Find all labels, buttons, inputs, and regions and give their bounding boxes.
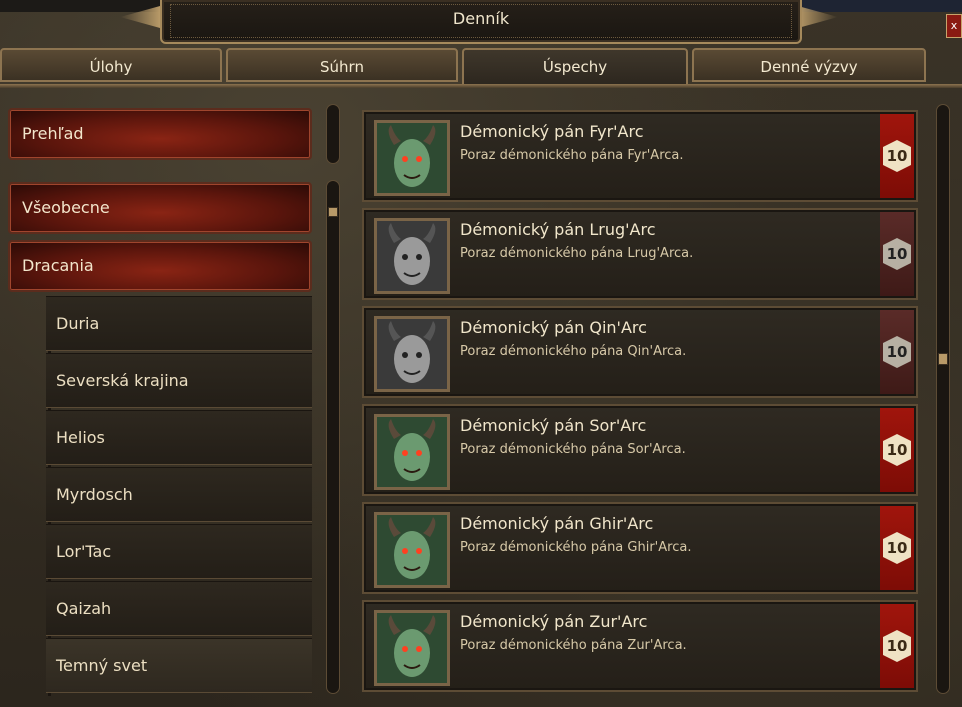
- top-left-edge: [0, 0, 160, 12]
- points-badge: 10: [883, 434, 911, 466]
- tab-achievements[interactable]: Úspechy: [462, 48, 688, 86]
- points-banner: 10: [880, 604, 914, 688]
- points-badge: 10: [883, 630, 911, 662]
- points-badge: 10: [883, 532, 911, 564]
- achievement-description: Poraz démonického pána Zur'Arca.: [460, 638, 687, 653]
- points-badge: 10: [883, 140, 911, 172]
- demon-portrait-icon: [374, 218, 450, 294]
- scroll-thumb[interactable]: [328, 207, 338, 217]
- window-title-bar: Denník: [160, 0, 802, 44]
- sidebar-item-general[interactable]: Všeobecne: [8, 182, 312, 234]
- achievement-description: Poraz démonického pána Qin'Arca.: [460, 344, 687, 359]
- achievement-title: Démonický pán Lrug'Arc: [460, 220, 656, 239]
- tab-quests[interactable]: Úlohy: [0, 48, 222, 82]
- achievement-row[interactable]: Démonický pán Zur'Arc Poraz démonického …: [362, 600, 918, 692]
- points-banner: 10: [880, 408, 914, 492]
- category-sidebar: Prehľad Všeobecne Dracania Duria Seversk…: [4, 102, 316, 702]
- demon-portrait-icon: [374, 512, 450, 588]
- tab-bar: Úlohy Súhrn Úspechy Denné výzvy: [0, 48, 962, 86]
- achievement-row[interactable]: Démonický pán Ghir'Arc Poraz démonického…: [362, 502, 918, 594]
- achievement-title: Démonický pán Zur'Arc: [460, 612, 648, 631]
- achievement-title: Démonický pán Sor'Arc: [460, 416, 647, 435]
- demon-portrait-icon: [374, 610, 450, 686]
- demon-portrait-icon: [374, 414, 450, 490]
- achievement-row[interactable]: Démonický pán Sor'Arc Poraz démonického …: [362, 404, 918, 496]
- achievement-title: Démonický pán Qin'Arc: [460, 318, 647, 337]
- achievement-scrollbar[interactable]: [936, 104, 950, 694]
- window-title: Denník: [452, 9, 510, 28]
- scroll-thumb[interactable]: [938, 353, 948, 365]
- category-scrollbar[interactable]: [326, 180, 340, 694]
- points-banner: 10: [880, 212, 914, 296]
- achievement-description: Poraz démonického pána Lrug'Arca.: [460, 246, 694, 261]
- sidebar-item-qaizah[interactable]: Qaizah: [46, 581, 312, 636]
- sidebar-item-severska-krajina[interactable]: Severská krajina: [46, 353, 312, 408]
- points-banner: 10: [880, 114, 914, 198]
- achievement-description: Poraz démonického pána Ghir'Arca.: [460, 540, 692, 555]
- points-badge: 10: [883, 238, 911, 270]
- top-right-edge: [798, 0, 962, 12]
- tab-underline: [0, 84, 962, 88]
- demon-portrait-icon: [374, 316, 450, 392]
- achievement-title: Démonický pán Fyr'Arc: [460, 122, 644, 141]
- achievement-row[interactable]: Démonický pán Qin'Arc Poraz démonického …: [362, 306, 918, 398]
- sidebar-item-dracania[interactable]: Dracania: [8, 240, 312, 292]
- achievement-row[interactable]: Démonický pán Fyr'Arc Poraz démonického …: [362, 110, 918, 202]
- tab-daily-challenges[interactable]: Denné výzvy: [692, 48, 926, 82]
- overview-scrollbar[interactable]: [326, 104, 340, 164]
- demon-portrait-icon: [374, 120, 450, 196]
- achievement-row[interactable]: Démonický pán Lrug'Arc Poraz démonického…: [362, 208, 918, 300]
- achievement-description: Poraz démonického pána Sor'Arca.: [460, 442, 686, 457]
- points-badge: 10: [883, 336, 911, 368]
- close-button[interactable]: x: [946, 14, 962, 38]
- tab-summary[interactable]: Súhrn: [226, 48, 458, 82]
- achievement-title: Démonický pán Ghir'Arc: [460, 514, 654, 533]
- sidebar-item-lortac[interactable]: Lor'Tac: [46, 524, 312, 579]
- achievement-description: Poraz démonického pána Fyr'Arca.: [460, 148, 684, 163]
- sidebar-item-overview[interactable]: Prehľad: [8, 108, 312, 160]
- sidebar-item-helios[interactable]: Helios: [46, 410, 312, 465]
- sidebar-item-myrdosch[interactable]: Myrdosch: [46, 467, 312, 522]
- points-banner: 10: [880, 310, 914, 394]
- points-banner: 10: [880, 506, 914, 590]
- sidebar-item-duria[interactable]: Duria: [46, 296, 312, 351]
- sidebar-item-temny-svet[interactable]: Temný svet: [46, 638, 312, 693]
